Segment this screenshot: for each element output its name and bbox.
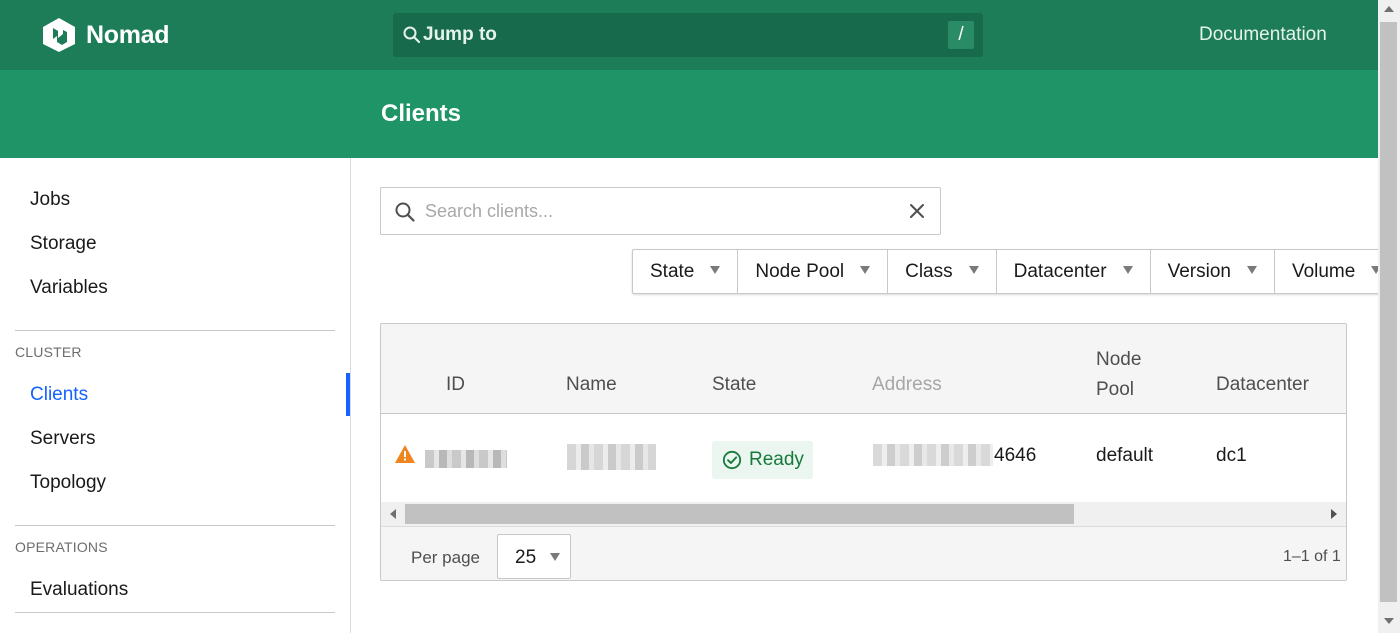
filter-bar: State Node Pool Class Datacenter Version… (632, 249, 1400, 294)
page-header: Clients (0, 70, 1378, 158)
filter-label: Node Pool (755, 260, 845, 282)
top-nav: Nomad Jump to / Documentation (0, 0, 1378, 70)
sidebar-item-clients[interactable]: Clients (30, 384, 88, 406)
filter-node-pool[interactable]: Node Pool (738, 250, 889, 293)
sidebar-item-variables[interactable]: Variables (30, 277, 108, 299)
chevron-down-icon (1246, 265, 1257, 274)
per-page-select[interactable]: 25 (497, 534, 571, 579)
status-badge: Ready (712, 441, 813, 479)
client-address-port: 4646 (994, 445, 1037, 466)
sidebar-item-jobs[interactable]: Jobs (30, 189, 70, 211)
table-row[interactable]: Ready 4646 default dc1 (381, 414, 1346, 502)
filter-label: Version (1167, 260, 1231, 282)
check-circle-icon (722, 450, 742, 470)
table-header: ID Name State Address Node Pool Datacent… (381, 324, 1346, 414)
client-datacenter: dc1 (1216, 445, 1247, 466)
scroll-up-icon[interactable] (1384, 6, 1394, 12)
sidebar: Jobs Storage Variables CLUSTER Clients S… (0, 158, 351, 633)
client-search (380, 187, 941, 235)
filter-version[interactable]: Version (1151, 250, 1275, 293)
status-text: Ready (749, 449, 804, 470)
per-page-label: Per page (411, 548, 480, 567)
filter-label: Class (905, 260, 953, 282)
sidebar-divider (15, 330, 335, 331)
sidebar-active-indicator (346, 373, 350, 416)
chevron-down-icon (710, 265, 721, 274)
page-title: Clients (381, 100, 462, 127)
sidebar-divider (15, 525, 335, 526)
filter-label: Volume (1291, 260, 1356, 282)
client-id-redacted (425, 450, 507, 468)
client-node-pool: default (1096, 445, 1154, 466)
column-header-id[interactable]: ID (446, 374, 465, 396)
scrollbar-thumb[interactable] (1380, 22, 1397, 602)
filter-label: State (650, 260, 695, 282)
chevron-down-icon (860, 265, 871, 274)
per-page-value: 25 (515, 547, 537, 568)
search-icon (395, 202, 415, 222)
clients-table: ID Name State Address Node Pool Datacent… (380, 323, 1347, 581)
scroll-right-icon[interactable] (1331, 509, 1337, 519)
scrollbar-thumb[interactable] (405, 504, 1074, 524)
table-horizontal-scrollbar[interactable] (381, 502, 1346, 526)
close-icon[interactable] (906, 200, 928, 222)
sidebar-divider (15, 612, 335, 613)
client-name-redacted (567, 444, 656, 470)
table-footer: Per page 25 1–1 of 1 (381, 526, 1346, 580)
pagination-summary: 1–1 of 1 (1283, 548, 1341, 565)
column-header-address: Address (872, 374, 942, 395)
column-header-name[interactable]: Name (566, 374, 617, 396)
jump-shortcut-key: / (948, 21, 974, 49)
documentation-link[interactable]: Documentation (1199, 24, 1327, 46)
nomad-logo-icon (43, 18, 75, 52)
sidebar-section-cluster: CLUSTER (15, 344, 82, 360)
filter-datacenter[interactable]: Datacenter (997, 250, 1151, 293)
jump-to-label: Jump to (423, 24, 497, 45)
sidebar-item-topology[interactable]: Topology (30, 472, 106, 494)
jump-to-search[interactable]: Jump to / (393, 13, 983, 57)
filter-state[interactable]: State (633, 250, 739, 293)
warning-icon (395, 445, 415, 463)
sidebar-item-servers[interactable]: Servers (30, 428, 95, 450)
client-address-redacted (873, 444, 993, 466)
column-header-state[interactable]: State (712, 374, 756, 396)
search-icon (403, 26, 421, 44)
sidebar-item-storage[interactable]: Storage (30, 233, 97, 255)
chevron-down-icon (1122, 265, 1133, 274)
app-name: Nomad (86, 20, 170, 49)
column-header-node-pool[interactable]: Node Pool (1096, 345, 1141, 405)
search-input[interactable] (425, 198, 885, 224)
filter-label: Datacenter (1013, 260, 1107, 282)
chevron-down-icon (550, 553, 560, 561)
column-header-datacenter[interactable]: Datacenter (1216, 374, 1309, 396)
filter-class[interactable]: Class (888, 250, 997, 293)
chevron-down-icon (968, 265, 979, 274)
sidebar-section-operations: OPERATIONS (15, 539, 108, 555)
page-scrollbar[interactable] (1378, 0, 1400, 633)
nomad-logo[interactable]: Nomad (42, 17, 170, 53)
scroll-down-icon[interactable] (1384, 618, 1394, 624)
sidebar-item-evaluations[interactable]: Evaluations (30, 579, 128, 601)
scroll-left-icon[interactable] (390, 509, 396, 519)
